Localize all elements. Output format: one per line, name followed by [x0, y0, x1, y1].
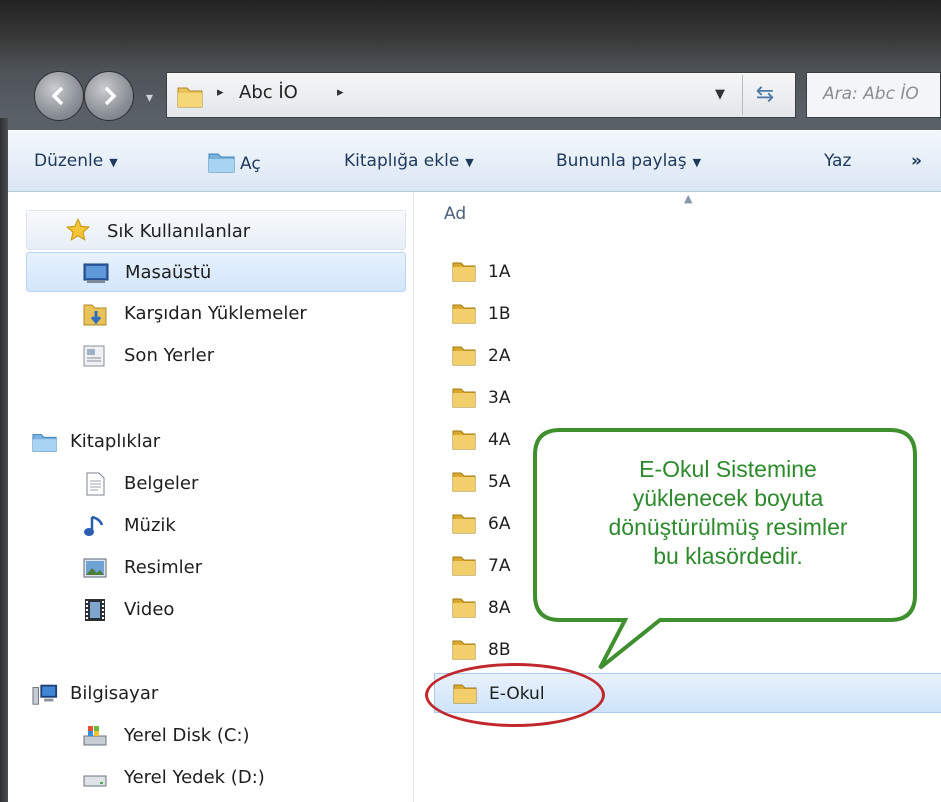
sidebar-item-label: Yerel Disk (C:): [124, 725, 250, 746]
sidebar-item-desktop[interactable]: Masaüstü: [26, 252, 406, 292]
sidebar-item-label: Son Yerler: [124, 345, 215, 366]
recent-places-icon: [83, 345, 105, 367]
folder-name: 8A: [488, 598, 511, 618]
print-button[interactable]: Yaz: [824, 151, 851, 171]
folder-name: 1A: [488, 262, 511, 282]
folder-icon: [452, 556, 476, 576]
sidebar-item-label: Sık Kullanılanlar: [107, 221, 251, 242]
address-history-dropdown[interactable]: ▼: [715, 87, 725, 102]
search-input[interactable]: Ara: Abc İO: [806, 72, 941, 118]
callout-line: E-Okul Sistemine: [639, 456, 817, 482]
more-commands-button[interactable]: »: [911, 151, 922, 171]
forward-arrow-icon: [104, 86, 117, 106]
window-left-edge: [0, 118, 8, 802]
folder-icon: [452, 388, 476, 408]
folder-icon: [452, 598, 476, 618]
callout-text: E-Okul Sistemine yüklenecek boyuta dönüş…: [555, 455, 901, 571]
edit-menu-label: Düzenle: [34, 151, 104, 171]
sidebar-item-label: Müzik: [124, 515, 176, 536]
library-folder-icon: [208, 153, 235, 173]
libraries-icon: [32, 434, 57, 452]
sidebar-item-label: Yerel Yedek (D:): [124, 767, 265, 788]
edit-menu-button[interactable]: Düzenle ▼: [34, 151, 118, 171]
downloads-folder-icon: [83, 304, 107, 326]
share-with-label: Bununla paylaş: [556, 151, 687, 171]
column-header-name[interactable]: Ad: [444, 204, 466, 224]
recent-pages-dropdown[interactable]: ▾: [146, 90, 153, 106]
add-to-library-button[interactable]: Kitaplığa ekle ▼: [344, 151, 474, 171]
documents-icon: [86, 472, 105, 496]
share-with-button[interactable]: Bununla paylaş ▼: [556, 151, 701, 171]
add-to-library-label: Kitaplığa ekle: [344, 151, 460, 171]
forward-button[interactable]: [84, 71, 134, 121]
callout-line: yüklenecek boyuta: [632, 485, 824, 511]
pictures-icon: [83, 558, 107, 578]
folder-icon: [177, 87, 203, 108]
sidebar-item-label: Belgeler: [124, 473, 199, 494]
folder-name: 6A: [488, 514, 511, 534]
star-icon: [65, 217, 91, 241]
sidebar-item-label: Bilgisayar: [70, 683, 159, 704]
sort-ascending-icon: ▲: [684, 192, 693, 205]
navigation-pane: Sık Kullanılanlar Masaüstü Karşıdan Yükl…: [8, 192, 414, 802]
film-strip-icon: [85, 599, 105, 621]
sidebar-item-favorites[interactable]: Sık Kullanılanlar: [26, 210, 406, 250]
command-bar: Düzenle ▼ Aç Kitaplığa ekle ▼ Bununla payl…: [8, 130, 941, 192]
back-arrow-icon: [51, 86, 64, 106]
system-drive-icon: [83, 726, 107, 746]
chevron-down-icon: ▼: [692, 156, 702, 169]
desktop-icon: [83, 263, 109, 283]
title-bar-bottom: [0, 118, 941, 130]
chevron-down-icon: ▼: [465, 156, 474, 169]
breadcrumb-current-folder[interactable]: Abc İO: [239, 82, 298, 103]
folder-icon: [452, 304, 476, 324]
computer-icon: [32, 684, 58, 705]
address-bar[interactable]: ▸ Abc İO ▸ ▼: [166, 72, 796, 118]
folder-name: 3A: [488, 388, 511, 408]
music-note-icon: [84, 515, 104, 536]
folder-name: 8B: [488, 640, 511, 660]
callout-line: dönüştürülmüş resimler: [608, 514, 848, 540]
folder-icon: [452, 472, 476, 492]
folder-name: 4A: [488, 430, 511, 450]
open-label: Aç: [240, 154, 261, 174]
folder-icon: [452, 514, 476, 534]
sidebar-item-label: Kitaplıklar: [70, 431, 161, 452]
refresh-icon: ⇆: [755, 82, 775, 107]
folder-icon: [452, 346, 476, 366]
folder-name: 2A: [488, 346, 511, 366]
sidebar-item-label: Karşıdan Yüklemeler: [124, 303, 307, 324]
callout-line: bu klasördedir.: [653, 543, 803, 569]
sidebar-item-label: Video: [124, 599, 175, 620]
back-button[interactable]: [34, 71, 84, 121]
print-label: Yaz: [824, 151, 852, 171]
folder-icon: [452, 262, 476, 282]
chevron-down-icon: ▼: [109, 156, 118, 169]
sidebar-item-label: Resimler: [124, 557, 203, 578]
folder-name: 5A: [488, 472, 511, 492]
folder-icon: [452, 640, 476, 660]
refresh-button[interactable]: ⇆: [742, 75, 787, 115]
breadcrumb-separator-end[interactable]: ▸: [337, 85, 344, 100]
sidebar-item-label: Masaüstü: [125, 262, 212, 283]
more-commands-label: »: [911, 151, 922, 171]
folder-name: 1B: [488, 304, 511, 324]
folder-name: 7A: [488, 556, 511, 576]
hard-drive-icon: [83, 775, 107, 787]
open-button[interactable]: Aç: [208, 151, 261, 174]
breadcrumb-separator[interactable]: ▸: [217, 85, 224, 100]
folder-icon: [452, 430, 476, 450]
